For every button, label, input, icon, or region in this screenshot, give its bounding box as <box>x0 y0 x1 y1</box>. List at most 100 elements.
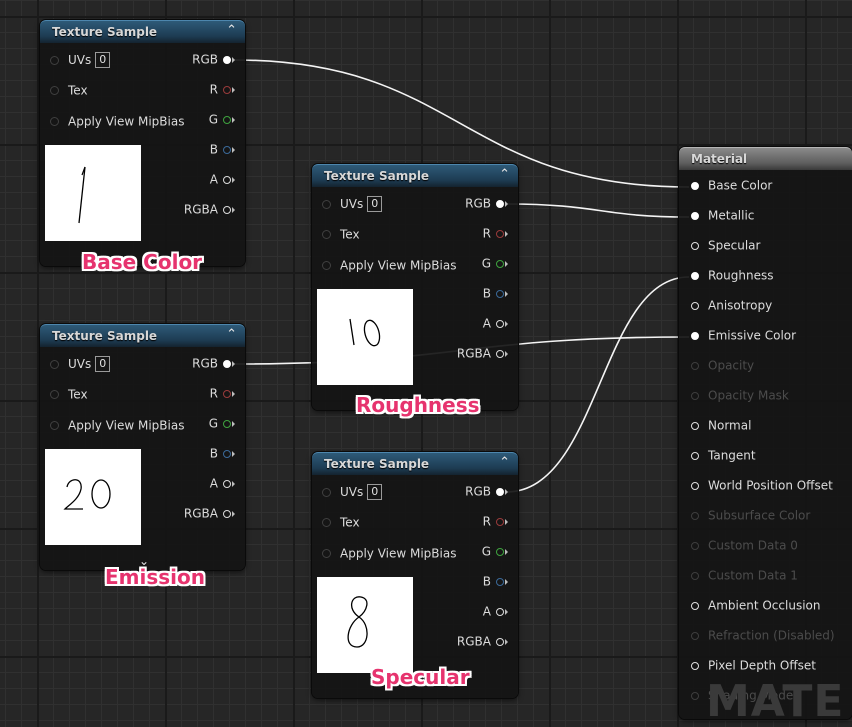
input-pin-icon[interactable] <box>322 261 331 270</box>
input-pin-tex[interactable]: Tex <box>322 227 360 247</box>
node-header[interactable]: Texture Sample ⌃ <box>312 452 518 475</box>
input-pin-uvs[interactable]: UVs 0 <box>322 484 383 504</box>
circle-pin-icon[interactable] <box>691 181 699 190</box>
node-header[interactable]: Texture Sample ⌃ <box>40 324 245 347</box>
texture-sample-node-base[interactable]: Texture Sample ⌃ UVs 0 Tex Apply View Mip… <box>40 20 245 266</box>
output-pin-rgba[interactable]: RGBA <box>184 202 235 222</box>
output-pin-a[interactable]: A <box>483 316 508 336</box>
input-pin-apply-view-mipbias[interactable]: Apply View MipBias <box>322 546 456 566</box>
input-pin-icon[interactable] <box>50 421 59 430</box>
input-pin-icon[interactable] <box>50 390 59 399</box>
material-input-base-color[interactable]: Base Color <box>691 178 772 198</box>
circle-pin-icon[interactable] <box>496 517 504 526</box>
output-pin-rgba[interactable]: RGBA <box>457 346 508 366</box>
uv-index-field[interactable]: 0 <box>367 196 383 212</box>
material-node[interactable]: Material Base Color Metallic Specular Rough… <box>679 147 852 727</box>
circle-pin-icon[interactable] <box>691 211 699 220</box>
output-pin-a[interactable]: A <box>210 172 235 192</box>
output-pin-r[interactable]: R <box>210 82 235 102</box>
output-pin-r[interactable]: R <box>483 226 508 246</box>
chevron-up-icon[interactable]: ⌃ <box>226 327 237 342</box>
circle-pin-icon[interactable] <box>223 509 231 518</box>
input-pin-tex[interactable]: Tex <box>50 83 88 103</box>
output-pin-rgb[interactable]: RGB <box>465 484 508 504</box>
output-pin-g[interactable]: G <box>482 256 508 276</box>
input-pin-icon[interactable] <box>322 230 331 239</box>
circle-pin-icon[interactable] <box>223 85 231 94</box>
material-input-normal[interactable]: Normal <box>691 418 751 438</box>
chevron-up-icon[interactable]: ⌃ <box>499 455 510 470</box>
input-pin-uvs[interactable]: UVs 0 <box>322 196 383 216</box>
material-input-metallic[interactable]: Metallic <box>691 208 754 228</box>
circle-pin-icon[interactable] <box>223 175 231 184</box>
input-pin-icon[interactable] <box>322 199 331 209</box>
material-input-specular[interactable]: Specular <box>691 238 760 258</box>
output-pin-rgb[interactable]: RGB <box>192 52 235 72</box>
output-pin-b[interactable]: B <box>483 286 508 306</box>
circle-pin-icon[interactable] <box>496 607 504 616</box>
circle-pin-icon[interactable] <box>496 637 504 646</box>
circle-pin-icon[interactable] <box>223 205 231 214</box>
input-pin-tex[interactable]: Tex <box>50 387 88 407</box>
uv-index-field[interactable]: 0 <box>95 356 111 372</box>
texture-sample-node-emission[interactable]: Texture Sample ⌃ UVs 0 Tex Apply View Mip… <box>40 324 245 570</box>
uv-index-field[interactable]: 0 <box>367 484 383 500</box>
input-pin-apply-view-mipbias[interactable]: Apply View MipBias <box>322 258 456 278</box>
material-node-header[interactable]: Material <box>679 147 852 170</box>
circle-pin-icon[interactable] <box>496 547 504 556</box>
circle-pin-icon[interactable] <box>691 301 699 310</box>
texture-sample-node-specular[interactable]: Texture Sample ⌃ UVs 0 Tex Apply View Mip… <box>312 452 518 698</box>
input-pin-uvs[interactable]: UVs 0 <box>50 52 111 72</box>
input-pin-icon[interactable] <box>50 117 59 126</box>
circle-pin-icon[interactable] <box>691 421 699 430</box>
circle-pin-icon[interactable] <box>691 481 699 490</box>
input-pin-tex[interactable]: Tex <box>322 515 360 535</box>
input-pin-icon[interactable] <box>322 518 331 527</box>
output-pin-r[interactable]: R <box>483 514 508 534</box>
output-pin-rgb[interactable]: RGB <box>465 196 508 216</box>
input-pin-icon[interactable] <box>322 549 331 558</box>
circle-pin-icon[interactable] <box>496 229 504 238</box>
circle-pin-icon[interactable] <box>691 601 699 610</box>
input-pin-uvs[interactable]: UVs 0 <box>50 356 111 376</box>
material-input-world-position-offset[interactable]: World Position Offset <box>691 478 833 498</box>
circle-pin-icon[interactable] <box>223 145 231 154</box>
circle-pin-icon[interactable] <box>496 349 504 358</box>
circle-pin-icon[interactable] <box>496 259 504 268</box>
circle-pin-icon[interactable] <box>223 389 231 398</box>
output-pin-rgba[interactable]: RGBA <box>184 506 235 526</box>
circle-pin-icon[interactable] <box>223 419 231 428</box>
circle-pin-icon[interactable] <box>496 319 504 328</box>
input-pin-icon[interactable] <box>50 86 59 95</box>
input-pin-apply-view-mipbias[interactable]: Apply View MipBias <box>50 114 184 134</box>
circle-pin-icon[interactable] <box>223 359 231 368</box>
circle-pin-icon[interactable] <box>496 199 504 208</box>
output-pin-g[interactable]: G <box>209 416 235 436</box>
circle-pin-icon[interactable] <box>691 661 699 670</box>
input-pin-icon[interactable] <box>50 55 59 65</box>
circle-pin-icon[interactable] <box>691 241 699 250</box>
node-header[interactable]: Texture Sample ⌃ <box>312 164 518 187</box>
circle-pin-icon[interactable] <box>223 479 231 488</box>
input-pin-icon[interactable] <box>50 359 59 369</box>
node-header[interactable]: Texture Sample ⌃ <box>40 20 245 43</box>
output-pin-b[interactable]: B <box>483 574 508 594</box>
output-pin-a[interactable]: A <box>483 604 508 624</box>
uv-index-field[interactable]: 0 <box>95 52 111 68</box>
circle-pin-icon[interactable] <box>691 451 699 460</box>
circle-pin-icon[interactable] <box>691 331 699 340</box>
output-pin-g[interactable]: G <box>482 544 508 564</box>
material-input-pixel-depth-offset[interactable]: Pixel Depth Offset <box>691 658 816 678</box>
circle-pin-icon[interactable] <box>496 487 504 496</box>
output-pin-g[interactable]: G <box>209 112 235 132</box>
material-input-roughness[interactable]: Roughness <box>691 268 773 288</box>
circle-pin-icon[interactable] <box>223 55 231 64</box>
material-input-emissive-color[interactable]: Emissive Color <box>691 328 796 348</box>
output-pin-r[interactable]: R <box>210 386 235 406</box>
input-pin-apply-view-mipbias[interactable]: Apply View MipBias <box>50 418 184 438</box>
circle-pin-icon[interactable] <box>496 577 504 586</box>
chevron-up-icon[interactable]: ⌃ <box>499 167 510 182</box>
circle-pin-icon[interactable] <box>223 115 231 124</box>
circle-pin-icon[interactable] <box>223 449 231 458</box>
output-pin-a[interactable]: A <box>210 476 235 496</box>
